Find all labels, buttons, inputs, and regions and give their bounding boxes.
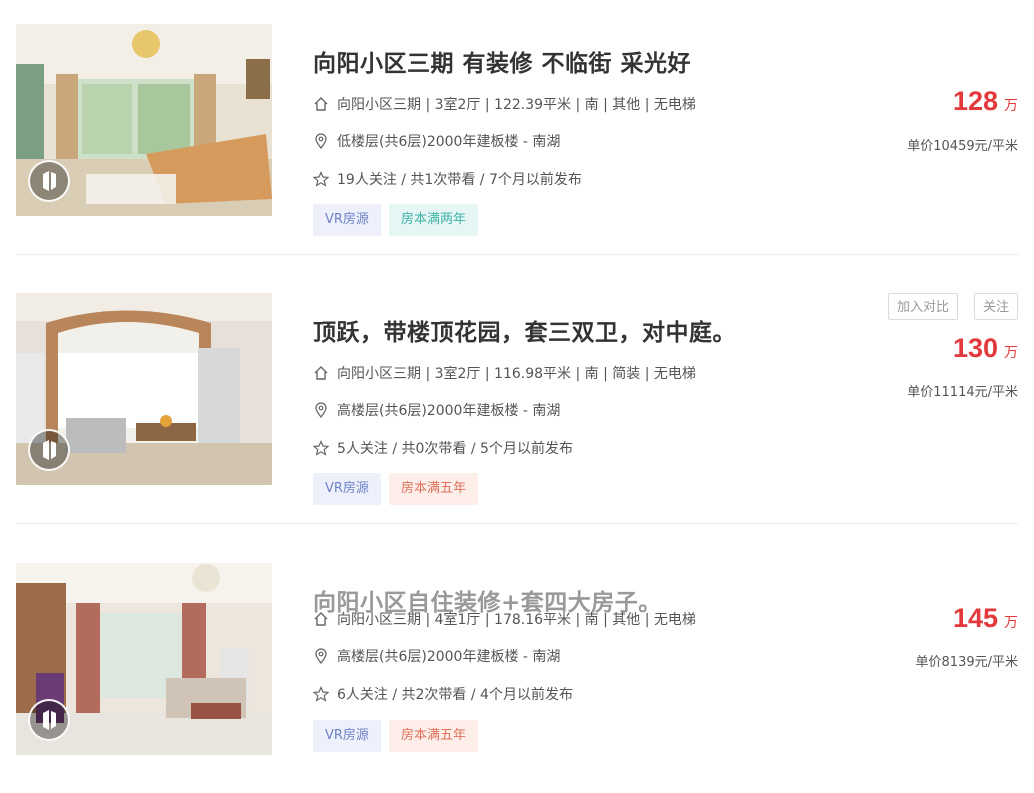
floor-info-text: 高楼层(共6层)2000年建板楼 - 南湖 [337, 649, 561, 665]
price-value: 130 [952, 333, 998, 363]
follow-info: 5人关注 / 共0次带看 / 5个月以前发布 [313, 438, 573, 458]
price-unit: 万 [1004, 345, 1018, 361]
listing-card[interactable]: 向阳小区三期 有装修 不临街 采光好 向阳小区三期 | 3室2厅 | 122.3… [16, 24, 1018, 236]
divider [16, 523, 1018, 524]
tag-ownership: 房本满五年 [388, 473, 478, 505]
unit-price: 单价11114元/平米 [907, 385, 1018, 400]
house-icon [314, 366, 328, 380]
follow-info: 19人关注 / 共1次带看 / 7个月以前发布 [313, 169, 582, 189]
floor-info: 低楼层(共6层)2000年建板楼 - 南湖 [313, 131, 560, 151]
listing-photo[interactable] [16, 563, 272, 755]
house-info-text: 向阳小区三期 | 4室1厅 | 178.16平米 | 南 | 其他 | 无电梯 [337, 612, 696, 628]
vr-icon[interactable] [28, 160, 70, 202]
house-info: 向阳小区三期 | 4室1厅 | 178.16平米 | 南 | 其他 | 无电梯 [313, 609, 696, 629]
tag-list: VR房源 房本满五年 [313, 720, 478, 752]
house-info-text: 向阳小区三期 | 3室2厅 | 116.98平米 | 南 | 简装 | 无电梯 [337, 366, 696, 382]
vr-icon[interactable] [28, 429, 70, 471]
house-info: 向阳小区三期 | 3室2厅 | 122.39平米 | 南 | 其他 | 无电梯 [313, 94, 696, 114]
tag-ownership: 房本满两年 [388, 204, 478, 236]
floor-info-text: 高楼层(共6层)2000年建板楼 - 南湖 [337, 403, 561, 419]
house-info-text: 向阳小区三期 | 3室2厅 | 122.39平米 | 南 | 其他 | 无电梯 [337, 97, 696, 113]
floor-info-text: 低楼层(共6层)2000年建板楼 - 南湖 [337, 134, 561, 150]
location-pin-icon [315, 648, 327, 664]
floor-info: 高楼层(共6层)2000年建板楼 - 南湖 [313, 400, 560, 420]
tag-vr: VR房源 [313, 720, 381, 752]
location-pin-icon [315, 402, 327, 418]
house-info: 向阳小区三期 | 3室2厅 | 116.98平米 | 南 | 简装 | 无电梯 [313, 363, 696, 383]
price-value: 145 [952, 603, 998, 633]
tag-list: VR房源 房本满五年 [313, 473, 478, 505]
listing-title[interactable]: 顶跃，带楼顶花园，套三双卫，对中庭。 [313, 313, 736, 347]
listing-title[interactable]: 向阳小区三期 有装修 不临街 采光好 [313, 44, 691, 78]
follow-info-text: 6人关注 / 共2次带看 / 4个月以前发布 [337, 687, 573, 703]
follow-button[interactable]: 关注 [973, 293, 1018, 320]
follow-info: 6人关注 / 共2次带看 / 4个月以前发布 [313, 684, 573, 704]
divider [16, 254, 1018, 255]
star-icon [313, 171, 329, 187]
price-value: 128 [952, 86, 998, 116]
total-price: 145 万 [953, 603, 1018, 634]
tag-vr: VR房源 [313, 204, 381, 236]
floor-info: 高楼层(共6层)2000年建板楼 - 南湖 [313, 646, 560, 666]
follow-info-text: 19人关注 / 共1次带看 / 7个月以前发布 [337, 172, 582, 188]
location-pin-icon [315, 133, 327, 149]
total-price: 130 万 [953, 333, 1018, 364]
total-price: 128 万 [953, 86, 1018, 117]
listing-card[interactable]: 向阳小区自住装修+套四大房子。 向阳小区三期 | 4室1厅 | 178.16平米… [16, 563, 1018, 763]
unit-price: 单价10459元/平米 [907, 139, 1018, 154]
tag-vr: VR房源 [313, 473, 381, 505]
listing-photo[interactable] [16, 293, 272, 485]
house-icon [314, 612, 328, 626]
tag-ownership: 房本满五年 [388, 720, 478, 752]
tag-list: VR房源 房本满两年 [313, 204, 478, 236]
price-unit: 万 [1004, 98, 1018, 114]
star-icon [313, 686, 329, 702]
vr-icon[interactable] [28, 699, 70, 741]
star-icon [313, 440, 329, 456]
follow-info-text: 5人关注 / 共0次带看 / 5个月以前发布 [337, 441, 573, 457]
house-icon [314, 97, 328, 111]
unit-price: 单价8139元/平米 [915, 655, 1018, 670]
price-unit: 万 [1004, 615, 1018, 631]
add-compare-button[interactable]: 加入对比 [887, 293, 958, 320]
listing-card[interactable]: 顶跃，带楼顶花园，套三双卫，对中庭。 加入对比 关注 向阳小区三期 | 3室2厅… [16, 293, 1018, 505]
listing-photo[interactable] [16, 24, 272, 216]
